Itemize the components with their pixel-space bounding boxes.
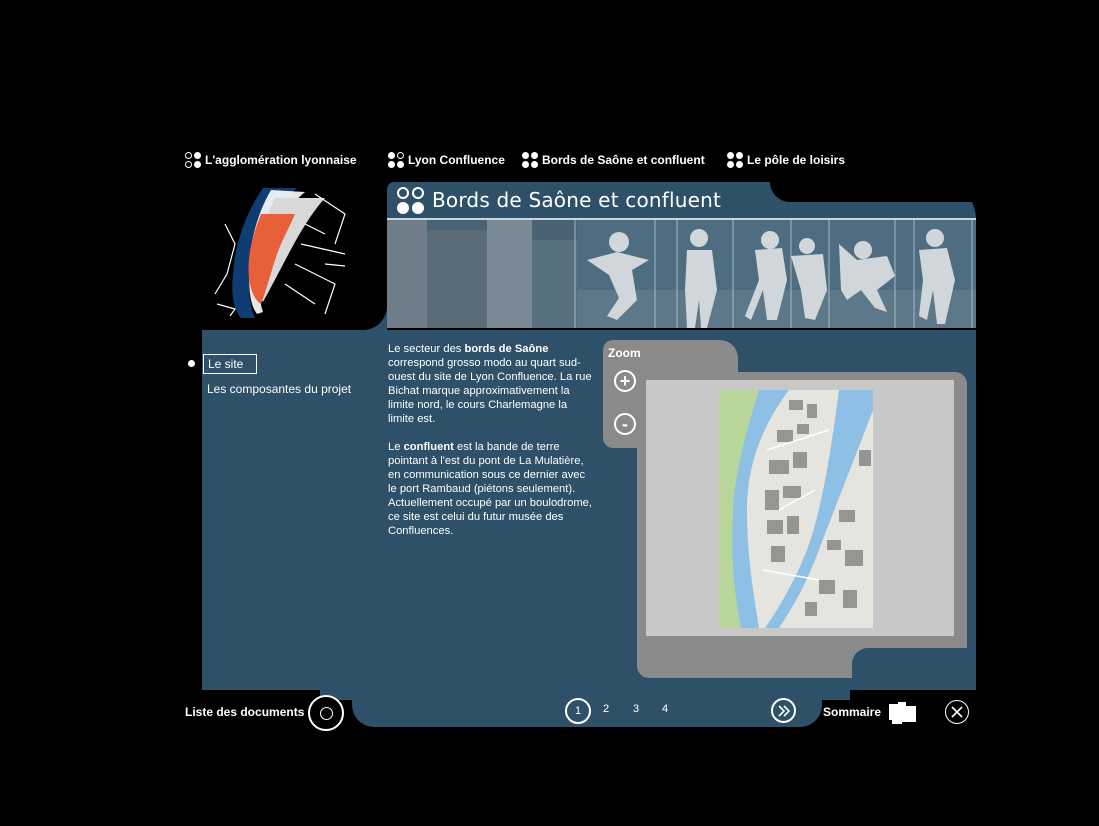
paragraph-bords-de-saone: Le secteur des bords de Saône correspond… [388, 343, 592, 425]
title-bar-notch [770, 182, 976, 202]
header-photo-strip [387, 220, 976, 328]
nav-dots-icon [185, 152, 201, 168]
nav-dots-icon [522, 152, 538, 168]
sidebar-item-le-site[interactable]: Le site [203, 354, 257, 374]
nav-dots-icon [388, 152, 404, 168]
documents-list-link[interactable]: Liste des documents [185, 705, 304, 719]
footer-bar-right-edge [810, 690, 850, 700]
body-text: Le secteur des bords de Saône correspond… [388, 342, 596, 552]
header-photo-illustration [387, 220, 976, 328]
nav-pole-de-loisirs[interactable]: Le pôle de loisirs [727, 151, 845, 169]
double-chevron-right-icon [777, 704, 790, 717]
summary-link[interactable]: Sommaire [823, 705, 881, 719]
close-button[interactable] [945, 700, 969, 724]
page-4[interactable]: 4 [662, 703, 668, 715]
location-map-thumbnail [214, 188, 346, 318]
nav-label: Le pôle de loisirs [747, 153, 846, 167]
nav-lyon-confluence[interactable]: Lyon Confluence [388, 151, 505, 169]
sidebar-item-composantes[interactable]: Les composantes du projet [207, 382, 351, 396]
nav-bords-de-saone[interactable]: Bords de Saône et confluent [522, 151, 705, 169]
zoom-label: Zoom [608, 346, 641, 360]
close-icon [951, 706, 963, 718]
zoom-in-button[interactable]: + [614, 370, 636, 392]
page-1[interactable]: 1 [565, 698, 591, 724]
documents-button[interactable] [308, 695, 344, 731]
nav-label: L'agglomération lyonnaise [205, 153, 357, 167]
page-2[interactable]: 2 [603, 703, 609, 715]
page-title: Bords de Saône et confluent [432, 188, 722, 212]
title-dots-icon [397, 187, 424, 214]
zoom-out-button[interactable]: - [614, 413, 636, 435]
summary-icon[interactable] [888, 702, 918, 724]
paragraph-confluent: Le confluent est la bande de terre point… [388, 441, 592, 537]
nav-label: Bords de Saône et confluent [542, 153, 705, 167]
zoom-frame-notch [852, 648, 976, 678]
nav-dots-icon [727, 152, 743, 168]
circle-icon [319, 706, 333, 720]
area-map-image [719, 390, 873, 628]
nav-agglomeration[interactable]: L'agglomération lyonnaise [185, 151, 357, 169]
next-page-button[interactable] [771, 698, 796, 723]
page-3[interactable]: 3 [633, 703, 639, 715]
nav-label: Lyon Confluence [408, 153, 505, 167]
active-bullet-icon [188, 360, 195, 367]
